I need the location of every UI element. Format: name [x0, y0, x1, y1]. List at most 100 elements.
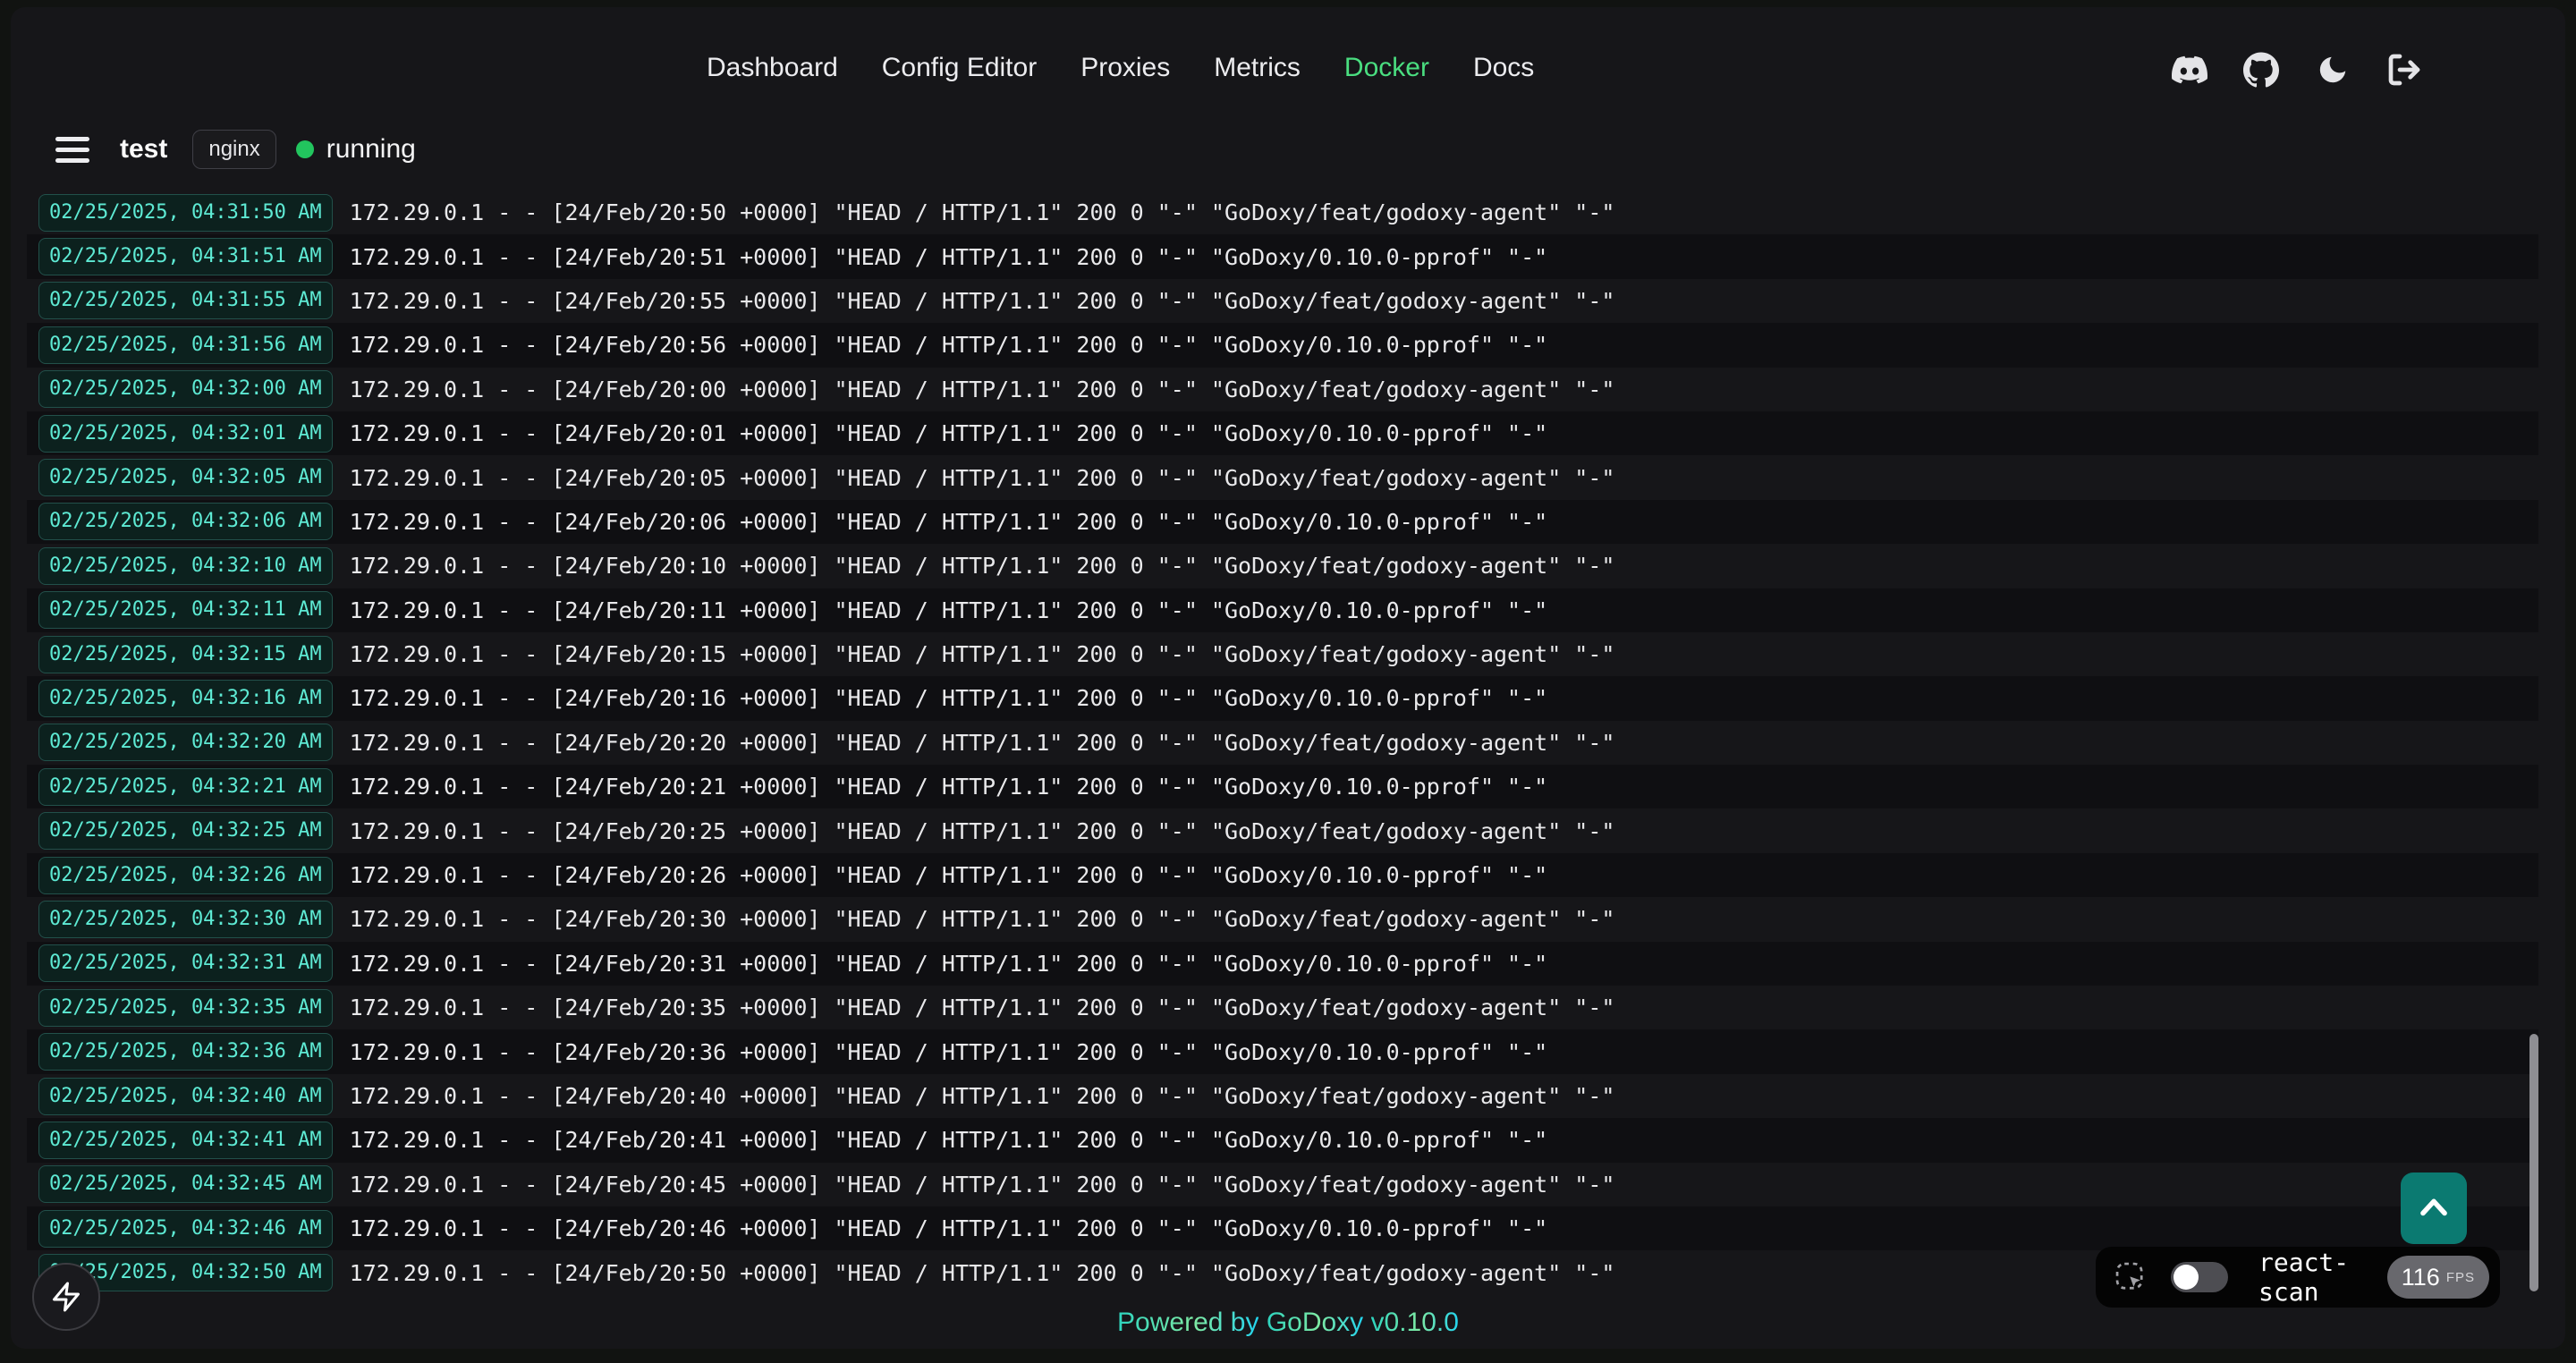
log-row: 02/25/2025, 04:32:00 AM 172.29.0.1 - - [2…: [27, 368, 2538, 411]
fps-badge: 116 FPS: [2387, 1256, 2489, 1299]
log-row: 02/25/2025, 04:32:40 AM172.29.0.1 - - [2…: [27, 1074, 2538, 1118]
container-status: running: [326, 134, 416, 165]
log-message: 172.29.0.1 - - [24/Feb/20:01 +0000] "HEA…: [350, 420, 1548, 446]
log-timestamp-badge: 02/25/2025, 04:32:41 AM: [38, 1122, 333, 1159]
log-row: 02/25/2025, 04:32:10 AM172.29.0.1 - - [2…: [27, 544, 2538, 588]
log-message: 172.29.0.1 - - [24/Feb/20:21 +0000] "HEA…: [350, 774, 1548, 800]
react-scan-label: react-scan: [2258, 1248, 2387, 1307]
log-timestamp-badge: 02/25/2025, 04:32:46 AM: [38, 1210, 333, 1248]
log-row: 02/25/2025, 04:32:30 AM172.29.0.1 - - [2…: [27, 897, 2538, 941]
log-message: 172.29.0.1 - - [24/Feb/20:15 +0000] "HEA…: [350, 641, 1615, 667]
discord-icon[interactable]: [2172, 52, 2207, 88]
log-message: 172.29.0.1 - - [24/Feb/20:50 +0000] "HEA…: [350, 1260, 1615, 1286]
log-viewer-card: Dashboard Config Editor Proxies Metrics …: [11, 7, 2565, 1349]
log-row: 02/25/2025, 04:32:15 AM 172.29.0.1 - - [2…: [27, 632, 2538, 676]
log-timestamp-badge: 02/25/2025, 04:31:50 AM: [38, 194, 333, 232]
status-dot-icon: [296, 140, 314, 158]
log-row: 02/25/2025, 04:32:45 AM 172.29.0.1 - - [2…: [27, 1163, 2538, 1206]
top-nav: Dashboard Config Editor Proxies Metrics …: [707, 50, 1534, 86]
log-message: 172.29.0.1 - - [24/Feb/20:00 +0000] "HEA…: [350, 377, 1615, 402]
menu-icon[interactable]: [55, 133, 91, 165]
log-timestamp-badge: 02/25/2025, 04:32:15 AM: [38, 636, 333, 673]
log-message: 172.29.0.1 - - [24/Feb/20:20 +0000] "HEA…: [350, 730, 1615, 756]
container-header: test nginx running: [55, 120, 416, 179]
log-row: 02/25/2025, 04:31:50 AM 172.29.0.1 - - [2…: [27, 190, 2538, 234]
log-timestamp-badge: 02/25/2025, 04:32:06 AM: [38, 503, 333, 540]
log-row: 02/25/2025, 04:32:25 AM 172.29.0.1 - - [2…: [27, 808, 2538, 852]
log-row: 02/25/2025, 04:32:05 AM 172.29.0.1 - - [2…: [27, 455, 2538, 499]
moon-icon[interactable]: [2315, 52, 2351, 88]
log-row: 02/25/2025, 04:32:35 AM172.29.0.1 - - [2…: [27, 986, 2538, 1029]
inspect-select-icon[interactable]: [2114, 1260, 2148, 1294]
nav-docs[interactable]: Docs: [1473, 50, 1534, 86]
log-row: 02/25/2025, 04:32:06 AM 172.29.0.1 - - [2…: [27, 500, 2538, 544]
chevron-up-icon: [2414, 1189, 2453, 1228]
nav-proxies[interactable]: Proxies: [1080, 50, 1170, 86]
log-message: 172.29.0.1 - - [24/Feb/20:56 +0000] "HEA…: [350, 332, 1548, 358]
react-scan-toolbar: react-scan 116 FPS: [2096, 1247, 2500, 1308]
log-timestamp-badge: 02/25/2025, 04:32:40 AM: [38, 1078, 333, 1115]
log-timestamp-badge: 02/25/2025, 04:32:11 AM: [38, 591, 333, 629]
logout-icon[interactable]: [2386, 52, 2422, 88]
log-timestamp-badge: 02/25/2025, 04:32:25 AM: [38, 812, 333, 850]
top-nav-icons: [2172, 52, 2422, 88]
log-list[interactable]: 02/25/2025, 04:31:50 AM 172.29.0.1 - - [2…: [27, 190, 2538, 1295]
zap-icon: [50, 1281, 82, 1313]
log-timestamp-badge: 02/25/2025, 04:32:01 AM: [38, 415, 333, 453]
log-message: 172.29.0.1 - - [24/Feb/20:36 +0000] "HEA…: [350, 1039, 1548, 1065]
log-message: 172.29.0.1 - - [24/Feb/20:05 +0000] "HEA…: [350, 465, 1615, 491]
log-timestamp-badge: 02/25/2025, 04:32:00 AM: [38, 370, 333, 408]
log-message: 172.29.0.1 - - [24/Feb/20:41 +0000] "HEA…: [350, 1127, 1548, 1153]
log-timestamp-badge: 02/25/2025, 04:32:26 AM: [38, 857, 333, 894]
log-message: 172.29.0.1 - - [24/Feb/20:55 +0000] "HEA…: [350, 288, 1615, 314]
log-timestamp-badge: 02/25/2025, 04:31:51 AM: [38, 238, 333, 275]
footer-brand-link[interactable]: GoDoxy: [1267, 1308, 1363, 1337]
log-message: 172.29.0.1 - - [24/Feb/20:11 +0000] "HEA…: [350, 597, 1548, 623]
footer-prefix: Powered by: [1117, 1308, 1258, 1337]
nav-docker[interactable]: Docker: [1344, 50, 1429, 86]
fps-unit: FPS: [2446, 1270, 2475, 1285]
scrollbar-thumb[interactable]: [2529, 1034, 2538, 1291]
log-timestamp-badge: 02/25/2025, 04:32:21 AM: [38, 768, 333, 806]
log-message: 172.29.0.1 - - [24/Feb/20:26 +0000] "HEA…: [350, 862, 1548, 888]
container-name: test: [120, 134, 167, 165]
log-message: 172.29.0.1 - - [24/Feb/20:25 +0000] "HEA…: [350, 818, 1615, 844]
log-row: 02/25/2025, 04:31:51 AM 172.29.0.1 - - [2…: [27, 234, 2538, 278]
log-row: 02/25/2025, 04:32:26 AM 172.29.0.1 - - [2…: [27, 853, 2538, 897]
log-row: 02/25/2025, 04:32:01 AM 172.29.0.1 - - [2…: [27, 411, 2538, 455]
log-row: 02/25/2025, 04:32:46 AM 172.29.0.1 - - [2…: [27, 1206, 2538, 1250]
log-timestamp-badge: 02/25/2025, 04:31:56 AM: [38, 326, 333, 364]
log-timestamp-badge: 02/25/2025, 04:32:05 AM: [38, 459, 333, 496]
log-row: 02/25/2025, 04:32:11 AM 172.29.0.1 - - [2…: [27, 588, 2538, 632]
scroll-to-top-button[interactable]: [2401, 1173, 2467, 1244]
log-timestamp-badge: 02/25/2025, 04:32:36 AM: [38, 1033, 333, 1071]
log-message: 172.29.0.1 - - [24/Feb/20:51 +0000] "HEA…: [350, 244, 1548, 270]
toggle-knob: [2174, 1265, 2199, 1290]
log-row: 02/25/2025, 04:32:20 AM 172.29.0.1 - - [2…: [27, 721, 2538, 765]
log-message: 172.29.0.1 - - [24/Feb/20:50 +0000] "HEA…: [350, 199, 1615, 225]
log-timestamp-badge: 02/25/2025, 04:32:16 AM: [38, 680, 333, 717]
log-message: 172.29.0.1 - - [24/Feb/20:06 +0000] "HEA…: [350, 509, 1548, 535]
log-timestamp-badge: 02/25/2025, 04:32:31 AM: [38, 944, 333, 982]
log-timestamp-badge: 02/25/2025, 04:32:35 AM: [38, 989, 333, 1027]
footer: Powered by GoDoxy v0.10.0: [11, 1308, 2565, 1338]
log-message: 172.29.0.1 - - [24/Feb/20:30 +0000] "HEA…: [350, 906, 1615, 932]
log-timestamp-badge: 02/25/2025, 04:32:45 AM: [38, 1165, 333, 1203]
nav-config-editor[interactable]: Config Editor: [882, 50, 1037, 86]
quick-actions-button[interactable]: [32, 1263, 100, 1331]
log-message: 172.29.0.1 - - [24/Feb/20:31 +0000] "HEA…: [350, 951, 1548, 977]
nav-metrics[interactable]: Metrics: [1214, 50, 1301, 86]
nav-dashboard[interactable]: Dashboard: [707, 50, 838, 86]
log-row: 02/25/2025, 04:32:21 AM 172.29.0.1 - - [2…: [27, 765, 2538, 808]
log-message: 172.29.0.1 - - [24/Feb/20:16 +0000] "HEA…: [350, 685, 1548, 711]
log-message: 172.29.0.1 - - [24/Feb/20:46 +0000] "HEA…: [350, 1215, 1548, 1241]
log-row: 02/25/2025, 04:31:55 AM172.29.0.1 - - [2…: [27, 279, 2538, 323]
log-row: 02/25/2025, 04:32:41 AM 172.29.0.1 - - [2…: [27, 1118, 2538, 1162]
react-scan-toggle[interactable]: [2171, 1262, 2228, 1292]
container-image-badge: nginx: [192, 130, 275, 169]
github-icon[interactable]: [2243, 52, 2279, 88]
log-timestamp-badge: 02/25/2025, 04:32:10 AM: [38, 547, 333, 585]
log-message: 172.29.0.1 - - [24/Feb/20:45 +0000] "HEA…: [350, 1172, 1615, 1198]
log-row: 02/25/2025, 04:31:56 AM 172.29.0.1 - - [2…: [27, 323, 2538, 367]
log-timestamp-badge: 02/25/2025, 04:32:20 AM: [38, 724, 333, 761]
